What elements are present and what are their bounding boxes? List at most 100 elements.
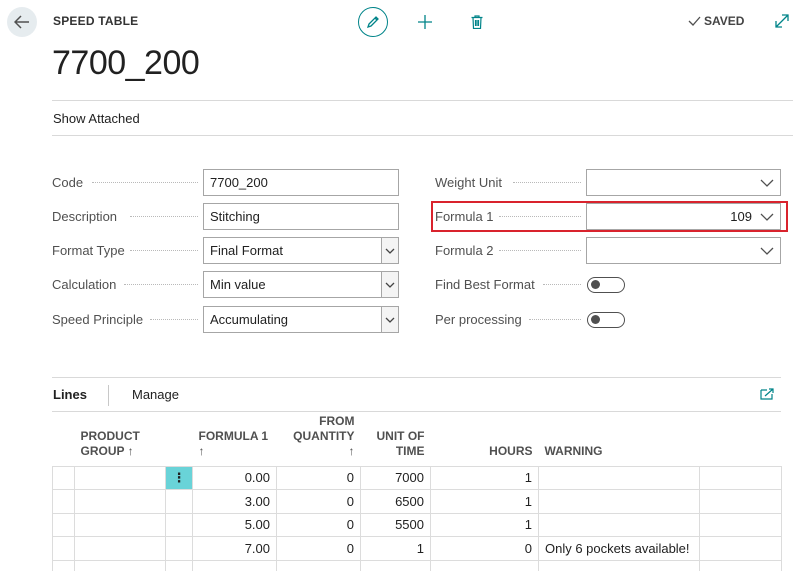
format-type-value: Final Format	[210, 243, 283, 258]
cell-hours[interactable]: 1	[430, 512, 539, 537]
calculation-select[interactable]: Min value	[203, 271, 399, 298]
field-description: Description Stitching	[52, 203, 399, 230]
page-title: 7700_200	[52, 44, 200, 82]
cell-from-quantity[interactable]: 0	[276, 465, 361, 490]
description-input[interactable]: Stitching	[203, 203, 399, 230]
column-header-product-group[interactable]: PRODUCT GROUP ↑	[75, 413, 166, 466]
speed-principle-dropdown-button[interactable]	[381, 307, 398, 332]
field-code: Code 7700_200	[52, 169, 399, 196]
cell-unit-of-time[interactable]: 6500	[360, 489, 431, 514]
trash-icon	[471, 15, 483, 29]
format-type-select[interactable]: Final Format	[203, 237, 399, 264]
chevron-down-icon	[760, 179, 774, 187]
back-arrow-icon	[14, 15, 29, 29]
table-row[interactable]	[52, 559, 782, 571]
table-row[interactable]: 5.00 0 5500 1	[52, 512, 782, 537]
expand-button[interactable]	[773, 12, 793, 32]
field-label-per-processing: Per processing	[435, 312, 522, 327]
chevron-down-icon	[385, 248, 395, 254]
field-label-formula-2: Formula 2	[435, 243, 494, 258]
divider	[52, 411, 781, 412]
edit-button[interactable]	[358, 7, 388, 37]
cell-formula-1[interactable]: 0.00	[192, 465, 277, 490]
chevron-down-icon	[760, 247, 774, 255]
field-label-find-best-format: Find Best Format	[435, 277, 535, 292]
cell-unit-of-time[interactable]: 7000	[360, 465, 431, 490]
cell-unit-of-time[interactable]: 1	[360, 536, 431, 561]
cell-unit-of-time[interactable]: 5500	[360, 512, 431, 537]
tab-manage[interactable]: Manage	[132, 387, 179, 402]
row-selector[interactable]	[52, 512, 75, 537]
field-speed-principle: Speed Principle Accumulating	[52, 306, 399, 333]
cell-hours[interactable]: 1	[430, 489, 539, 514]
field-label-weight-unit: Weight Unit	[435, 175, 502, 190]
cell-formula-1[interactable]: 5.00	[192, 512, 277, 537]
format-type-dropdown-button[interactable]	[381, 238, 398, 263]
column-header-formula-1[interactable]: FORMULA 1 ↑	[193, 413, 277, 466]
cell-warning[interactable]	[538, 512, 700, 537]
page-type-caption: SPEED TABLE	[53, 14, 139, 28]
open-in-new-button[interactable]	[760, 388, 776, 402]
field-formula-2: Formula 2	[435, 237, 781, 264]
row-selector[interactable]	[52, 489, 75, 514]
speed-principle-select[interactable]: Accumulating	[203, 306, 399, 333]
formula-1-highlight	[431, 201, 788, 232]
cell-formula-1[interactable]: 7.00	[192, 536, 277, 561]
row-selector[interactable]	[52, 465, 75, 490]
table-row[interactable]: ⋮ 0.00 0 7000 1	[52, 465, 782, 490]
table-row[interactable]: 7.00 0 1 0 Only 6 pockets available!	[52, 536, 782, 561]
field-label-calculation: Calculation	[52, 277, 117, 292]
cell-from-quantity[interactable]: 0	[276, 536, 361, 561]
code-input[interactable]: 7700_200	[203, 169, 399, 196]
cell-from-quantity[interactable]: 0	[276, 512, 361, 537]
cell-product-group[interactable]	[74, 512, 166, 537]
saved-label: SAVED	[704, 14, 745, 28]
find-best-format-toggle[interactable]	[587, 277, 625, 293]
cell-product-group[interactable]	[74, 489, 166, 514]
row-selector[interactable]	[52, 536, 75, 561]
weight-unit-dropdown[interactable]	[586, 169, 781, 196]
calculation-dropdown-button[interactable]	[381, 272, 398, 297]
pencil-icon	[366, 16, 379, 29]
column-header-hours[interactable]: HOURS	[431, 413, 539, 466]
lines-grid: PRODUCT GROUP ↑ FORMULA 1 ↑ FROM QUANTIT…	[52, 413, 782, 571]
per-processing-toggle[interactable]	[587, 312, 625, 328]
speed-principle-value: Accumulating	[210, 312, 289, 327]
column-header-warning[interactable]: WARNING	[539, 413, 700, 466]
checkmark-icon	[688, 16, 701, 26]
table-row[interactable]: 3.00 0 6500 1	[52, 489, 782, 514]
expand-icon	[775, 14, 789, 28]
delete-button[interactable]	[466, 10, 488, 34]
open-in-new-icon	[760, 388, 774, 400]
cell-warning[interactable]	[538, 465, 700, 490]
cell-warning[interactable]: Only 6 pockets available!	[538, 536, 700, 561]
show-attached-action[interactable]: Show Attached	[53, 111, 140, 126]
row-menu-button[interactable]: ⋮	[165, 465, 193, 490]
field-label-description: Description	[52, 209, 118, 224]
formula-2-dropdown[interactable]	[586, 237, 781, 264]
cell-product-group[interactable]	[74, 536, 166, 561]
column-header-from-quantity[interactable]: FROM QUANTITY ↑	[277, 413, 361, 466]
field-label-code: Code	[52, 175, 84, 190]
back-button[interactable]	[7, 7, 37, 37]
new-button[interactable]	[413, 10, 437, 34]
divider	[52, 135, 793, 136]
chevron-down-icon	[385, 317, 395, 323]
saved-status: SAVED	[688, 14, 744, 28]
field-label-format-type: Format Type	[52, 243, 125, 258]
cell-formula-1[interactable]: 3.00	[192, 489, 277, 514]
cell-warning[interactable]	[538, 489, 700, 514]
tab-lines[interactable]: Lines	[53, 387, 87, 402]
column-header-unit-of-time[interactable]: UNIT OF TIME	[361, 413, 431, 466]
cell-hours[interactable]: 1	[430, 465, 539, 490]
divider	[52, 377, 781, 378]
field-format-type: Format Type Final Format	[52, 237, 399, 264]
field-weight-unit: Weight Unit	[435, 169, 781, 196]
divider	[52, 100, 793, 101]
calculation-value: Min value	[210, 277, 266, 292]
cell-hours[interactable]: 0	[430, 536, 539, 561]
cell-product-group[interactable]	[74, 465, 166, 490]
field-calculation: Calculation Min value	[52, 271, 399, 298]
cell-from-quantity[interactable]: 0	[276, 489, 361, 514]
field-find-best-format: Find Best Format	[435, 271, 781, 298]
